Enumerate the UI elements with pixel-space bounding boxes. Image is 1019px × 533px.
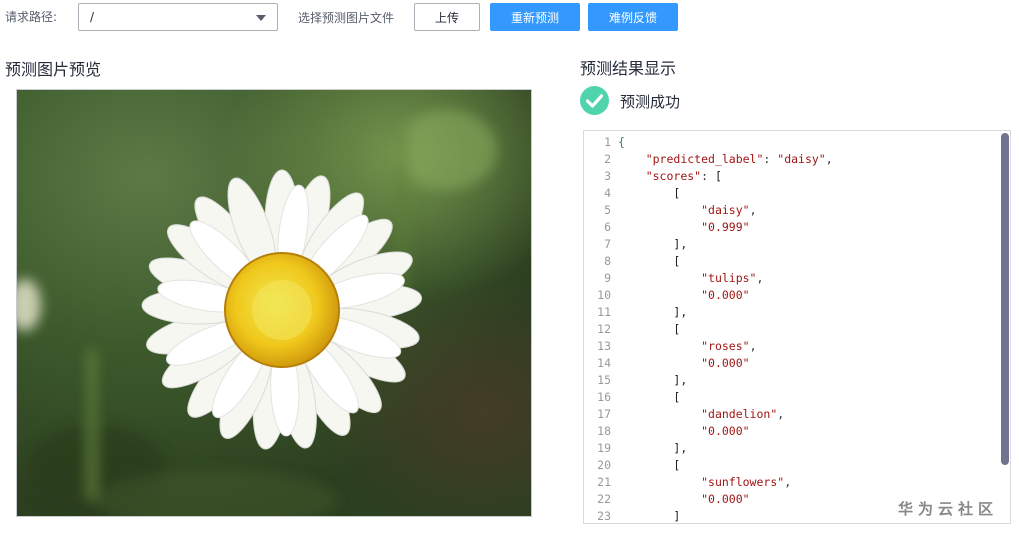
line-number: 3 [604,169,611,183]
code-line: 7 ], [584,236,1004,253]
line-number: 1 [604,135,611,149]
code-line: 17 "dandelion", [584,406,1004,423]
prediction-status: 预测成功 [620,93,681,111]
repredict-button[interactable]: 重新预测 [490,3,580,31]
code-text: ] [673,509,681,523]
code-text: "0.000" [701,424,750,438]
code-text: "sunflowers", [701,475,792,489]
request-path-label: 请求路径: [5,10,58,24]
json-code-lines: 1{2 "predicted_label": "daisy", 3 "scores… [584,134,1004,523]
select-image-label: 选择预测图片文件 [298,11,395,25]
line-number: 9 [604,271,611,285]
code-line: 2 "predicted_label": "daisy", [584,151,1004,168]
line-number: 4 [604,186,611,200]
hard-example-feedback-button[interactable]: 难例反馈 [588,3,678,31]
code-text: "0.000" [701,356,750,370]
code-text: ], [673,441,688,455]
line-number: 20 [597,458,611,472]
vertical-scrollbar[interactable] [1001,133,1009,465]
code-line: 9 "tulips", [584,270,1004,287]
code-text: [ [673,390,681,404]
image-preview-title: 预测图片预览 [5,60,102,79]
code-text: "0.000" [701,492,750,506]
code-line: 4 [ [584,185,1004,202]
code-text: "0.999" [701,220,750,234]
code-line: 16 [ [584,389,1004,406]
code-line: 18 "0.000" [584,423,1004,440]
code-line: 3 "scores": [ [584,168,1004,185]
line-number: 15 [597,373,611,387]
code-line: 10 "0.000" [584,287,1004,304]
line-number: 12 [597,322,611,336]
line-number: 7 [604,237,611,251]
result-title: 预测结果显示 [580,59,677,78]
watermark: 华为云社区 [898,500,999,518]
code-line: 6 "0.999" [584,219,1004,236]
line-number: 17 [597,407,611,421]
line-number: 2 [604,152,611,166]
code-text: "roses", [701,339,757,353]
code-line: 11 ], [584,304,1004,321]
check-circle-icon [580,86,609,115]
code-text: [ [673,254,681,268]
chevron-down-icon [256,15,266,21]
code-text: "daisy", [701,203,757,217]
code-line: 8 [ [584,253,1004,270]
line-number: 13 [597,339,611,353]
code-line: 13 "roses", [584,338,1004,355]
line-number: 6 [604,220,611,234]
code-text: ], [673,305,688,319]
toolbar: 请求路径: / 选择预测图片文件 上传 重新预测 难例反馈 [0,0,1019,34]
code-text: [ [673,322,681,336]
line-number: 10 [597,288,611,302]
request-path-select[interactable]: / [78,3,278,31]
upload-button[interactable]: 上传 [414,3,480,31]
line-number: 5 [604,203,611,217]
code-line: 20 [ [584,457,1004,474]
code-line: 14 "0.000" [584,355,1004,372]
code-line: 12 [ [584,321,1004,338]
code-text: "predicted_label": "daisy", [645,152,833,166]
line-number: 21 [597,475,611,489]
code-text: [ [673,458,681,472]
code-line: 5 "daisy", [584,202,1004,219]
json-result-viewer[interactable]: 1{2 "predicted_label": "daisy", 3 "scores… [583,130,1011,524]
line-number: 8 [604,254,611,268]
line-number: 19 [597,441,611,455]
code-text: "scores": [ [645,169,722,183]
code-text: ], [673,237,688,251]
line-number: 22 [597,492,611,506]
code-text: { [618,135,625,149]
code-line: 19 ], [584,440,1004,457]
code-text: "tulips", [701,271,764,285]
request-path-value: / [90,10,95,24]
preview-image [17,90,531,516]
line-number: 14 [597,356,611,370]
code-text: ], [673,373,688,387]
code-line: 21 "sunflowers", [584,474,1004,491]
code-text: [ [673,186,681,200]
line-number: 11 [597,305,611,319]
line-number: 16 [597,390,611,404]
line-number: 23 [597,509,611,523]
code-text: "0.000" [701,288,750,302]
line-number: 18 [597,424,611,438]
code-line: 15 ], [584,372,1004,389]
image-preview [16,89,532,517]
code-line: 1{ [584,134,1004,151]
code-text: "dandelion", [701,407,785,421]
